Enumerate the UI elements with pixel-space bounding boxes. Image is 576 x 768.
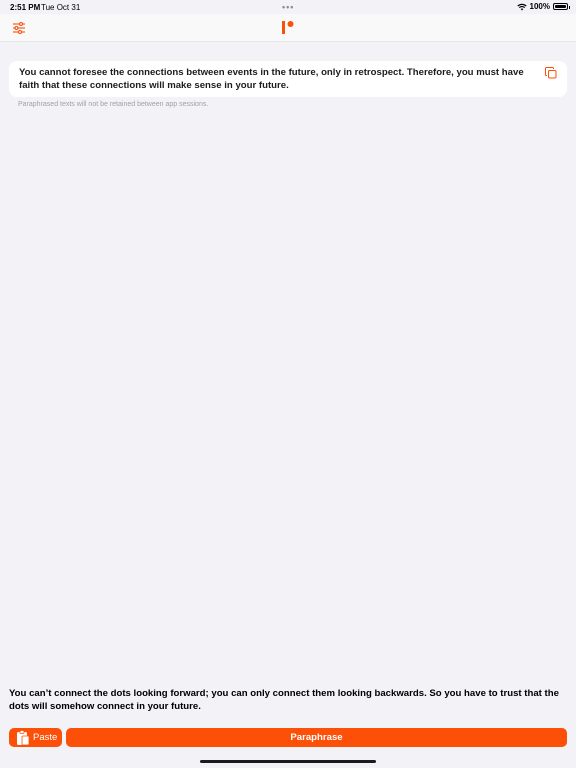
paste-label: Paste <box>33 732 58 743</box>
retention-note: Paraphrased texts will not be retained b… <box>18 101 209 108</box>
nav-bar <box>0 14 576 42</box>
status-time: 2:51 PM <box>10 3 41 12</box>
home-indicator[interactable] <box>200 760 376 763</box>
clipboard-icon <box>17 729 30 745</box>
status-bar: 2:51 PM Tue Oct 31 ••• 100% <box>0 0 576 14</box>
paraphrased-result-card: You cannot foresee the connections betwe… <box>9 61 567 97</box>
copy-icon[interactable] <box>545 67 557 79</box>
status-date: Tue Oct 31 <box>41 3 81 12</box>
paraphrase-button[interactable]: Paraphrase <box>66 728 567 747</box>
paraphrased-text: You cannot foresee the connections betwe… <box>19 67 524 91</box>
paraphrase-label: Paraphrase <box>290 732 343 743</box>
sliders-icon[interactable] <box>12 21 26 35</box>
source-text-input[interactable]: You can’t connect the dots looking forwa… <box>9 687 569 713</box>
multitask-dots[interactable]: ••• <box>282 2 294 12</box>
status-right: 100% <box>516 2 570 11</box>
battery-percent: 100% <box>529 2 550 11</box>
wifi-icon <box>516 3 527 10</box>
app-logo-icon <box>282 21 294 34</box>
paste-button[interactable]: Paste <box>9 728 62 747</box>
battery-icon <box>553 3 570 10</box>
